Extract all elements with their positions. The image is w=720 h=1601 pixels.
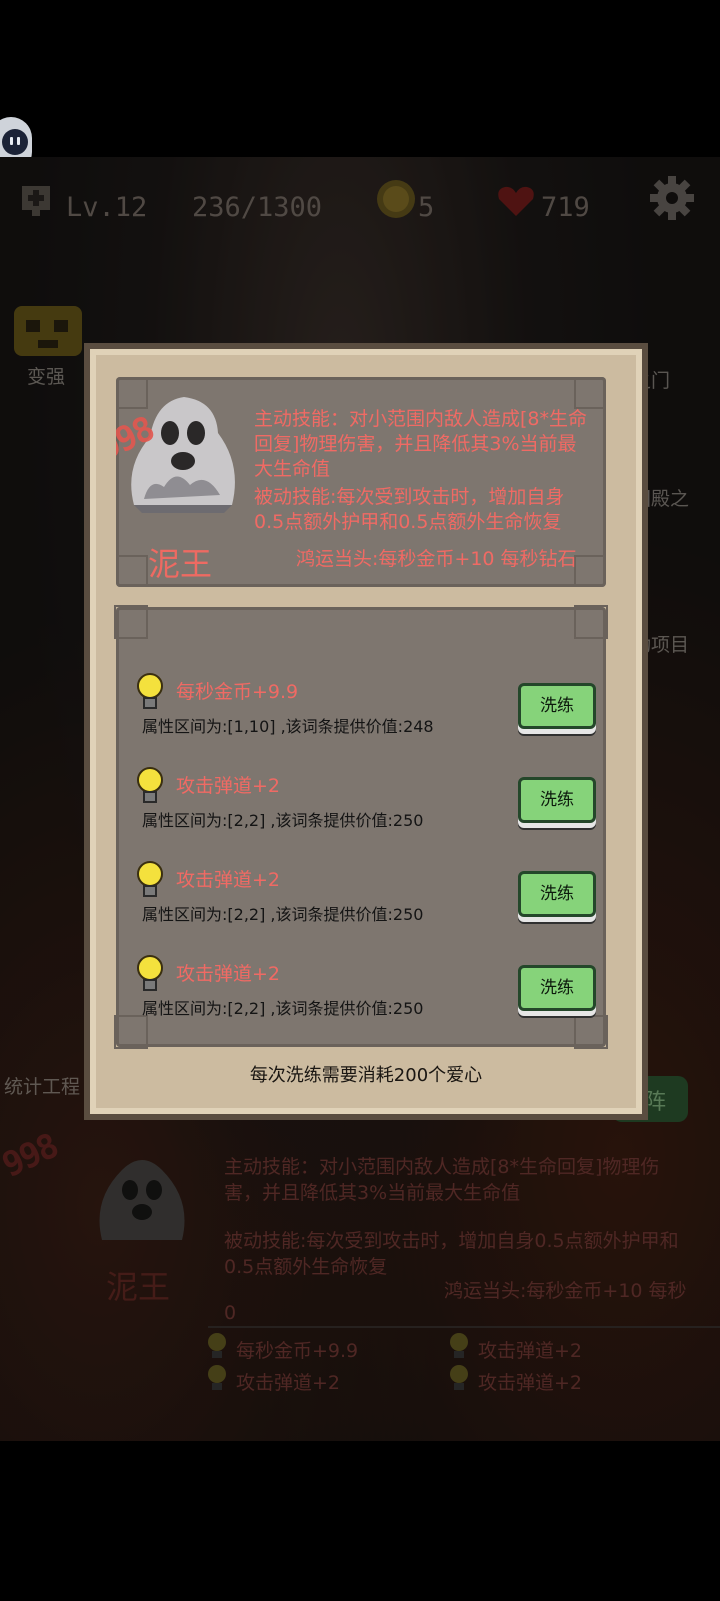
reroll-button[interactable]: 洗练 [518, 965, 596, 1011]
attribute-row: 攻击弹道+2 属性区间为:[2,2] ,该词条提供价值:250 洗练 [136, 861, 606, 949]
attribute-desc: 属性区间为:[2,2] ,该词条提供价值:250 [142, 905, 424, 924]
attribute-row: 攻击弹道+2 属性区间为:[2,2] ,该词条提供价值:250 洗练 [136, 955, 606, 1043]
reroll-modal: 998 泥王 主动技能：对小范围内敌人造成[8*生命回复]物理伤害，并且降低其3… [84, 343, 648, 1120]
reroll-button[interactable]: 洗练 [518, 871, 596, 917]
lightbulb-icon [137, 861, 163, 897]
chat-icon [2, 129, 28, 155]
attribute-title: 攻击弹道+2 [176, 775, 281, 797]
attribute-desc: 属性区间为:[1,10] ,该词条提供价值:248 [142, 717, 434, 736]
attribute-desc: 属性区间为:[2,2] ,该词条提供价值:250 [142, 999, 424, 1018]
reroll-button[interactable]: 洗练 [518, 777, 596, 823]
lightbulb-icon [137, 955, 163, 991]
attribute-list-panel: 每秒金币+9.9 属性区间为:[1,10] ,该词条提供价值:248 洗练 攻击… [114, 605, 608, 1049]
passive-skill-text: 被动技能:每次受到攻击时，增加自身0.5点额外护甲和0.5点额外生命恢复 [254, 486, 565, 533]
attribute-title: 攻击弹道+2 [176, 869, 281, 891]
attribute-desc: 属性区间为:[2,2] ,该词条提供价值:250 [142, 811, 424, 830]
monster-info-panel: 998 泥王 主动技能：对小范围内敌人造成[8*生命回复]物理伤害，并且降低其3… [116, 377, 606, 587]
attribute-title: 每秒金币+9.9 [176, 681, 299, 703]
reroll-button[interactable]: 洗练 [518, 683, 596, 729]
monster-name: 泥王 [148, 545, 213, 583]
attribute-row: 攻击弹道+2 属性区间为:[2,2] ,该词条提供价值:250 洗练 [136, 767, 606, 855]
active-skill-text: 主动技能：对小范围内敌人造成[8*生命回复]物理伤害，并且降低其3%当前最大生命… [254, 408, 588, 480]
reroll-cost-note: 每次洗练需要消耗200个爱心 [249, 1065, 483, 1086]
attribute-title: 攻击弹道+2 [176, 963, 281, 985]
lucky-line-text: 鸿运当头:每秒金币+10 每秒钻石 [296, 548, 577, 570]
attribute-row: 每秒金币+9.9 属性区间为:[1,10] ,该词条提供价值:248 洗练 [136, 673, 606, 761]
lightbulb-icon [137, 673, 163, 709]
lightbulb-icon [137, 767, 163, 803]
